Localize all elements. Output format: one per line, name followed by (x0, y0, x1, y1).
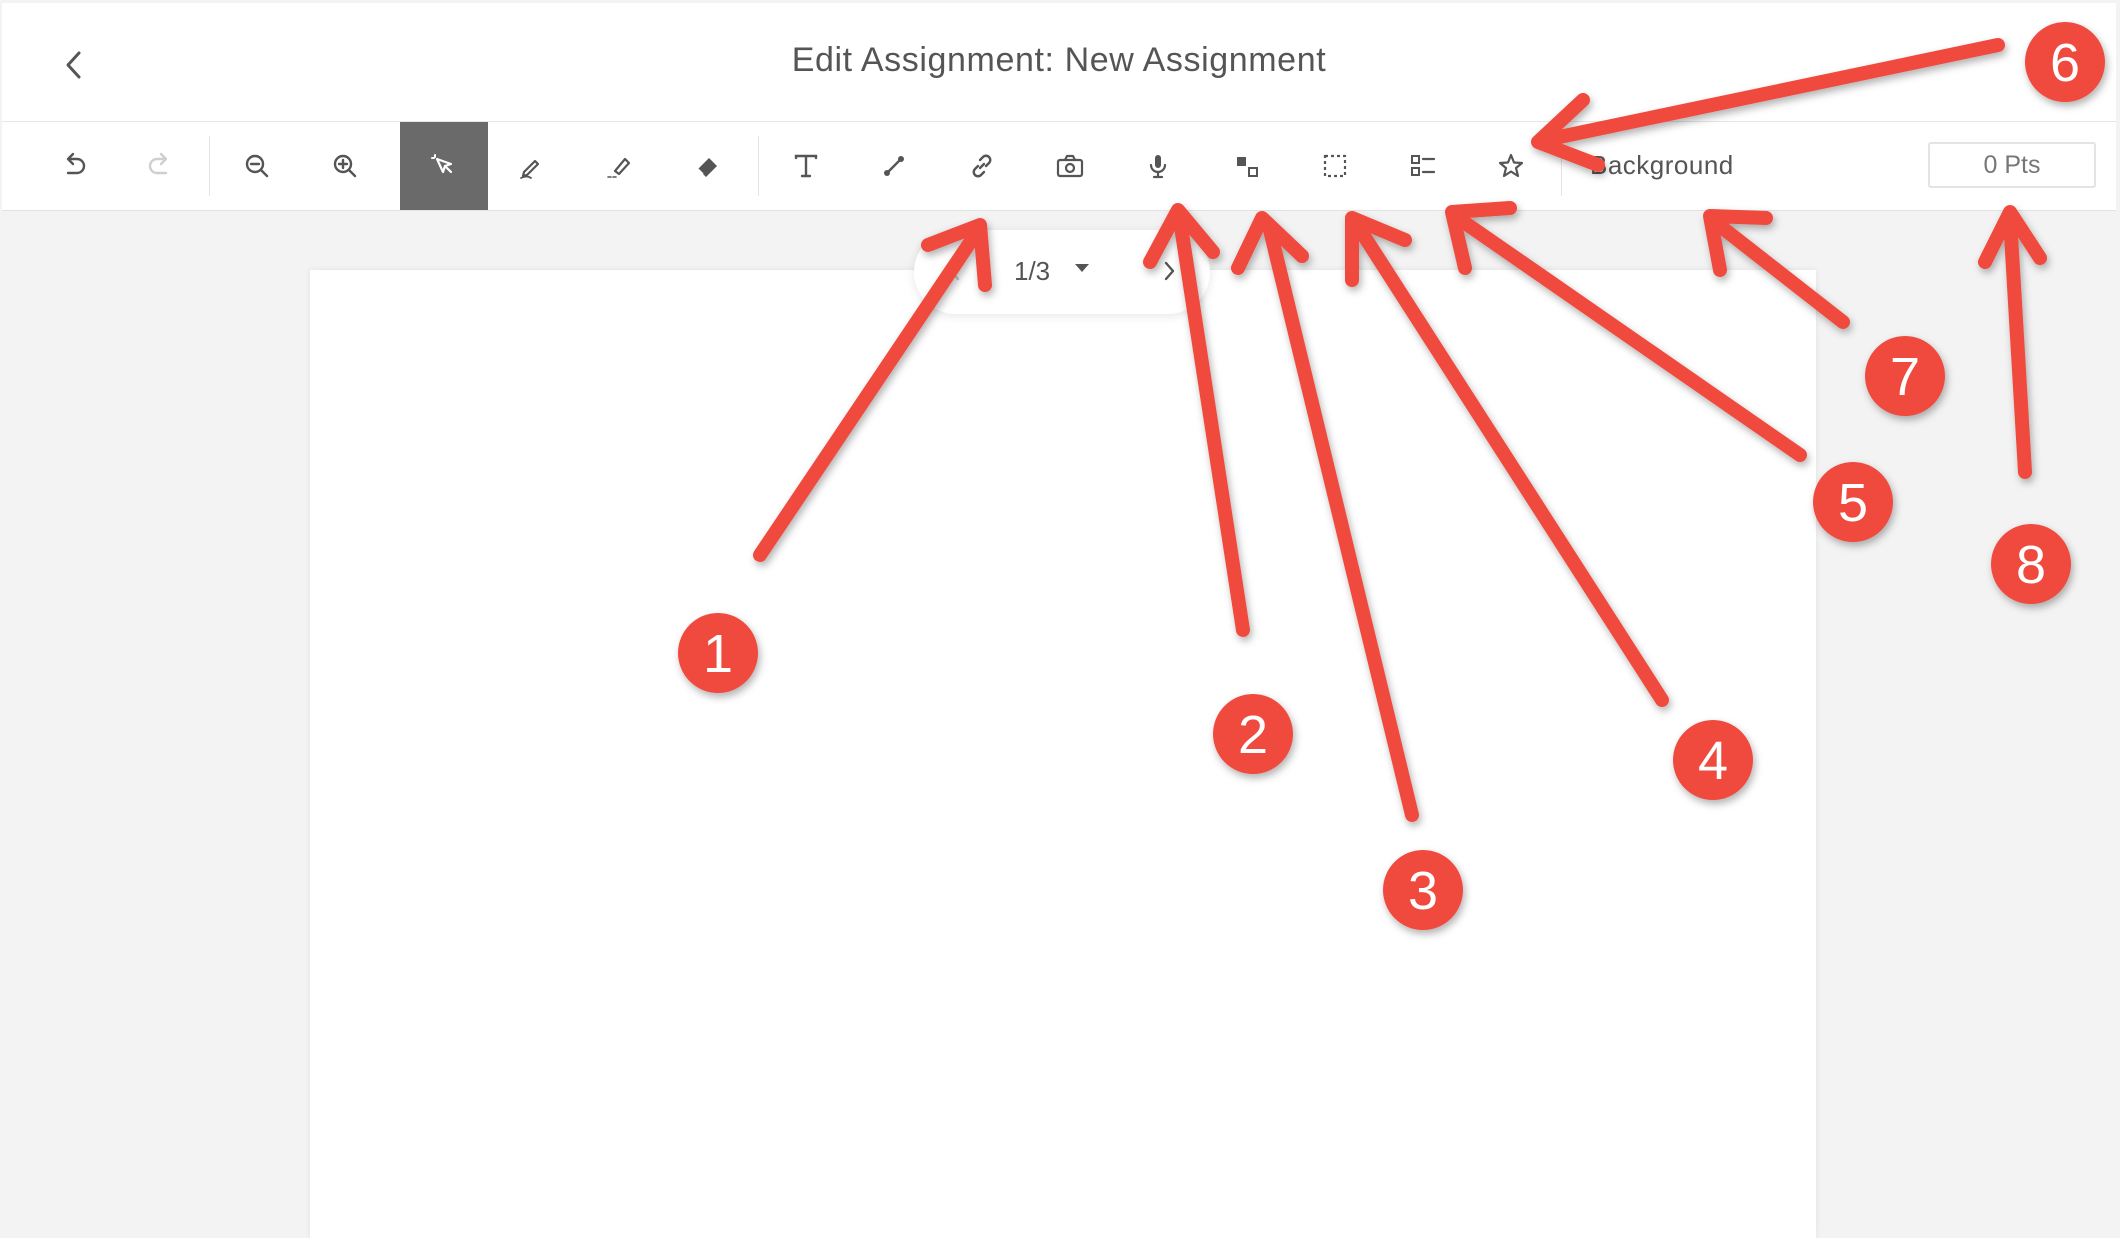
star-tool-button[interactable] (1467, 122, 1555, 210)
select-tool-button[interactable] (400, 122, 488, 210)
title-bar: Edit Assignment: New Assignment (2, 3, 2116, 122)
undo-icon (66, 152, 86, 175)
page-navigator: 1/3 (914, 230, 1210, 314)
toolbar-divider (1561, 136, 1562, 196)
points-input[interactable] (1928, 142, 2096, 188)
link-icon (972, 154, 992, 178)
toolbar: Background (2, 122, 2116, 211)
selection-box-tool-button[interactable] (1291, 122, 1379, 210)
previous-page-button[interactable] (940, 256, 970, 286)
microphone-icon (1149, 155, 1167, 179)
camera-icon (1056, 154, 1084, 178)
document-page[interactable] (310, 270, 1816, 1238)
caret-down-icon[interactable] (1073, 262, 1091, 274)
page-indicator[interactable]: 1/3 (1014, 256, 1050, 287)
cursor-select-icon (431, 154, 453, 174)
pen-tool-button[interactable] (488, 122, 576, 210)
camera-tool-button[interactable] (1026, 122, 1114, 210)
background-button[interactable]: Background (1590, 150, 1734, 181)
toolbar-divider (758, 136, 759, 196)
toolbar-divider (209, 136, 210, 196)
pen-icon (520, 159, 540, 179)
eraser-tool-button[interactable] (664, 122, 752, 210)
text-icon (794, 154, 818, 178)
undo-button[interactable] (30, 122, 118, 210)
zoom-in-button[interactable] (301, 122, 389, 210)
zoom-in-icon (333, 154, 357, 178)
star-icon (1498, 153, 1524, 178)
highlighter-icon (607, 157, 631, 178)
eraser-icon (697, 158, 717, 177)
match-squares-icon (1237, 157, 1258, 177)
page-title: Edit Assignment: New Assignment (791, 41, 1327, 79)
dashed-box-icon (1323, 154, 1347, 178)
app-window: Edit Assignment: New Assignment Backgrou… (0, 0, 2120, 1238)
redo-icon (148, 152, 168, 175)
highlighter-tool-button[interactable] (576, 122, 664, 210)
checklist-tool-button[interactable] (1379, 122, 1467, 210)
match-tool-button[interactable] (1203, 122, 1291, 210)
chevron-right-icon (1164, 261, 1175, 281)
text-tool-button[interactable] (762, 122, 850, 210)
next-page-button[interactable] (1154, 256, 1184, 286)
line-icon (884, 156, 904, 176)
zoom-out-button[interactable] (213, 122, 301, 210)
link-tool-button[interactable] (938, 122, 1026, 210)
redo-button[interactable] (116, 122, 204, 210)
zoom-out-icon (245, 154, 269, 178)
line-tool-button[interactable] (850, 122, 938, 210)
microphone-tool-button[interactable] (1114, 122, 1202, 210)
checklist-icon (1411, 155, 1436, 176)
chevron-left-icon (949, 261, 960, 281)
